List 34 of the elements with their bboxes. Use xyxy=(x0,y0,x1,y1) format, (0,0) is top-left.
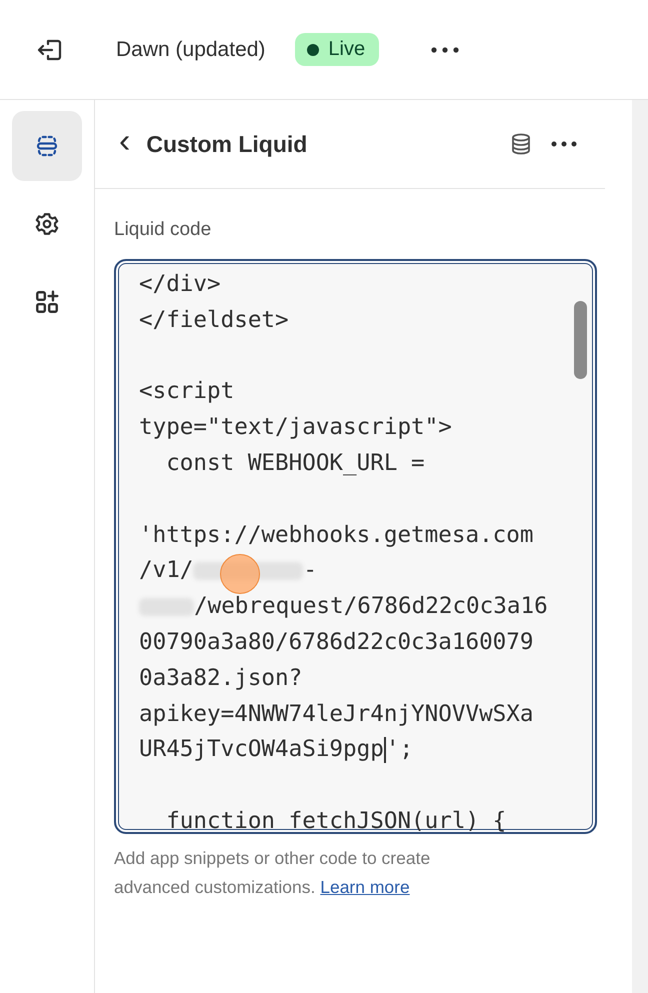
sections-icon xyxy=(34,133,60,159)
apps-icon xyxy=(34,289,60,315)
text-caret xyxy=(384,737,386,764)
code-text: apikey=4NWW74leJr4njYNOVVwSXa xyxy=(139,700,534,729)
code-text: UR45jTvcOW4aSi9pgp xyxy=(139,735,384,764)
code-editor[interactable] xyxy=(114,259,597,834)
panel-title: Custom Liquid xyxy=(146,130,308,158)
database-icon[interactable] xyxy=(509,132,533,156)
code-text: '; xyxy=(386,735,414,764)
scrollbar-thumb[interactable] xyxy=(574,301,587,379)
help-text: Add app snippets or other code to create advanced customizations. Learn more xyxy=(114,847,432,899)
code-text: <script xyxy=(139,377,234,406)
back-button[interactable]: ‹ xyxy=(115,124,146,164)
page-scrollbar[interactable] xyxy=(632,100,648,993)
code-text: /webrequest/6786d22c0c3a16 xyxy=(194,592,548,622)
field-label: Liquid code xyxy=(114,219,212,241)
code-text: 00790a3a80/6786d22c0c3a160079 xyxy=(139,628,534,657)
status-dot-icon xyxy=(307,44,320,56)
code-text: type="text/javascript"> xyxy=(139,413,452,442)
learn-more-link[interactable]: Learn more xyxy=(320,877,410,897)
theme-name: Dawn (updated) xyxy=(116,38,266,62)
code-text: /v1/ xyxy=(139,556,194,586)
more-icon[interactable] xyxy=(551,141,577,147)
settings-icon xyxy=(34,211,60,237)
code-text: 0a3a82.json? xyxy=(139,664,302,693)
code-text: </div> xyxy=(139,270,221,299)
status-label: Live xyxy=(328,38,366,61)
code-text: </fieldset> xyxy=(139,306,289,335)
more-icon[interactable] xyxy=(431,46,460,52)
code-text: function fetchJSON(url) { xyxy=(165,806,506,832)
code-text: const WEBHOOK_URL = xyxy=(165,448,425,478)
sections-tab[interactable] xyxy=(12,111,82,181)
code-text: 'https://webhooks.getmesa.com xyxy=(139,520,534,550)
code-text: - xyxy=(303,556,318,586)
